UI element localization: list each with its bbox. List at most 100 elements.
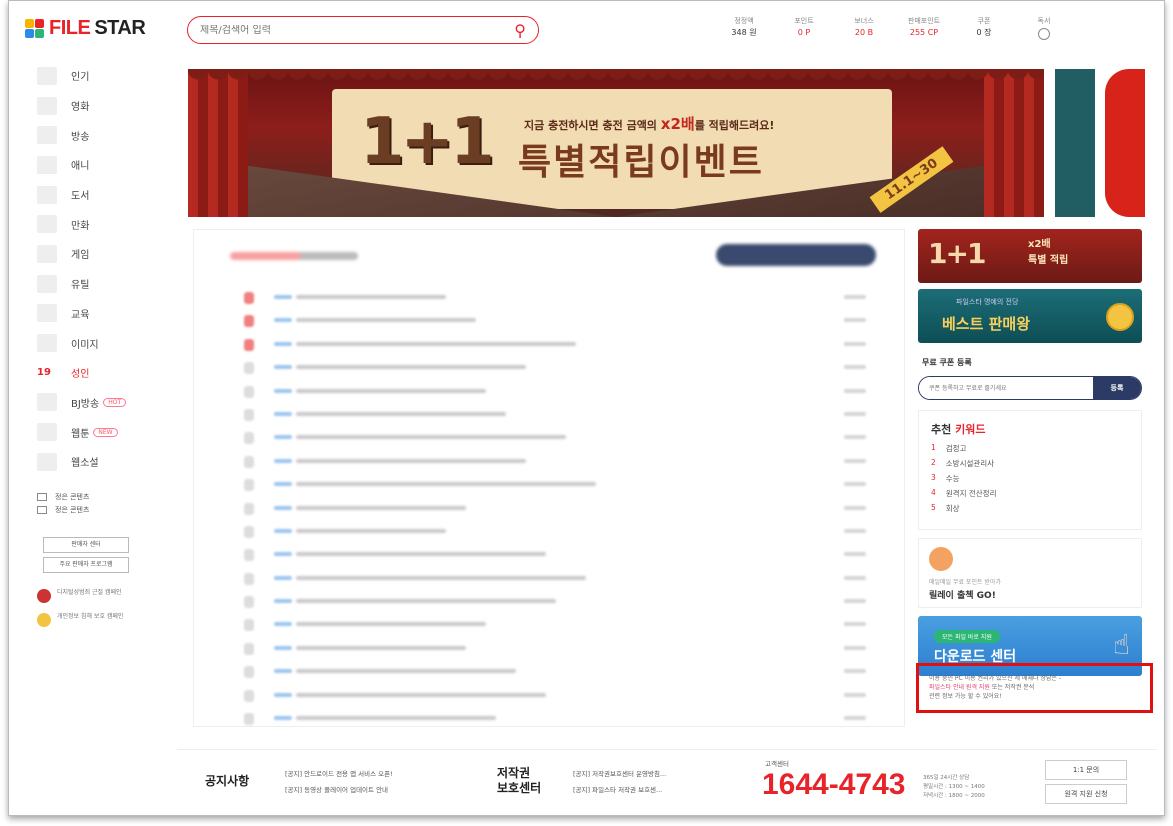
sidebar-item-anime[interactable]: 애니 bbox=[37, 150, 157, 180]
rank-icon bbox=[244, 338, 254, 351]
campaign-link-2[interactable]: 개인정보 침해 보호 캠페인 bbox=[37, 612, 157, 627]
sidebar-item-broadcast[interactable]: 방송 bbox=[37, 120, 157, 150]
category-icon bbox=[37, 126, 57, 145]
sidebar-item-images[interactable]: 이미지 bbox=[37, 328, 157, 358]
list-item[interactable] bbox=[234, 684, 874, 707]
list-tabs-blurred[interactable] bbox=[716, 244, 876, 266]
list-item[interactable] bbox=[234, 660, 874, 683]
stat-point[interactable]: 포인트 0 P bbox=[774, 15, 834, 40]
sidebar-item-utility[interactable]: 유틸 bbox=[37, 269, 157, 299]
sidebar-item-bj[interactable]: BJ방송 HOT bbox=[37, 388, 157, 418]
search-icon[interactable]: ⚲ bbox=[514, 21, 526, 40]
copyright-center-title[interactable]: 저작권 보호센터 bbox=[497, 766, 541, 796]
list-item[interactable] bbox=[234, 380, 874, 403]
copyright-item[interactable]: [공지] 저작권보호센터 운영방침... bbox=[573, 766, 666, 782]
list-item[interactable] bbox=[234, 450, 874, 473]
promo-banner-1plus1[interactable]: 1+1 x2배 특별 적립 bbox=[918, 229, 1142, 283]
list-item[interactable] bbox=[234, 707, 874, 730]
list-item[interactable] bbox=[234, 637, 874, 660]
notice-title[interactable]: 공지사항 bbox=[205, 772, 249, 789]
stat-toggle[interactable]: 독서 bbox=[1014, 15, 1074, 40]
mini-link-2[interactable]: 정은 콘텐츠 bbox=[37, 504, 157, 517]
sidebar-mini-links: 정은 콘텐츠 정은 콘텐츠 bbox=[37, 491, 157, 517]
list-item[interactable] bbox=[234, 543, 874, 566]
list-item[interactable] bbox=[234, 590, 874, 613]
mini-link-1[interactable]: 정은 콘텐츠 bbox=[37, 491, 157, 504]
content-icon bbox=[37, 506, 47, 515]
list-item[interactable] bbox=[234, 473, 874, 496]
remote-support-button[interactable]: 원격 지원 신청 bbox=[1045, 784, 1127, 804]
inquiry-button[interactable]: 1:1 문의 bbox=[1045, 760, 1127, 780]
sidebar-item-popular[interactable]: 인기 bbox=[37, 61, 157, 91]
keyword-item[interactable]: 2 소방시설관리사 bbox=[931, 458, 1129, 473]
promo-banner-best-seller[interactable]: 파일스타 명예의 전당 베스트 판매왕 bbox=[918, 289, 1142, 343]
content-icon bbox=[37, 493, 47, 502]
category-tag bbox=[274, 411, 292, 416]
medal-icon bbox=[1106, 303, 1134, 331]
item-size-blurred bbox=[844, 295, 866, 299]
sidebar-item-webtoon[interactable]: 웹툰 NEW bbox=[37, 417, 157, 447]
stat-sale-point[interactable]: 판매포인트 255 CP bbox=[894, 15, 954, 40]
item-title-blurred bbox=[296, 716, 496, 721]
rank-icon bbox=[244, 385, 254, 398]
stat-balance[interactable]: 정정액 348 원 bbox=[714, 15, 774, 40]
list-item[interactable] bbox=[234, 286, 874, 309]
category-tag bbox=[274, 318, 292, 323]
keyword-item[interactable]: 4 원격지 전산정리 bbox=[931, 488, 1129, 503]
item-title-blurred bbox=[296, 599, 556, 604]
list-item[interactable] bbox=[234, 309, 874, 332]
new-badge: NEW bbox=[93, 427, 118, 437]
category-sidebar: 인기 영화 방송 애니 도서 만화 게임 유틸 교육 이미지 19 성인 BJ방송… bbox=[37, 61, 157, 637]
coupon-register-button[interactable]: 등록 bbox=[1093, 377, 1141, 399]
list-item[interactable] bbox=[234, 403, 874, 426]
app-window: FILE STAR ⚲ 정정액348 원 포인트0 P 보너스20 B 판매포인… bbox=[8, 0, 1165, 816]
seller-program-button[interactable]: 주요 판매자 프로그램 bbox=[43, 556, 129, 573]
sidebar-item-movie[interactable]: 영화 bbox=[37, 91, 157, 121]
list-item[interactable] bbox=[234, 497, 874, 520]
item-size-blurred bbox=[844, 365, 866, 370]
banner-next-slide-2[interactable] bbox=[1105, 69, 1145, 217]
stat-coupon[interactable]: 쿠폰 0 장 bbox=[954, 15, 1014, 40]
category-tag bbox=[274, 575, 292, 580]
list-item[interactable] bbox=[234, 520, 874, 543]
user-stats: 정정액 348 원 포인트 0 P 보너스 20 B 판매포인트 255 CP 쿠폰 0 … bbox=[714, 15, 1074, 40]
notice-item[interactable]: [공지] 안드로이드 전용 앱 서비스 오픈! bbox=[285, 766, 393, 782]
search-input[interactable] bbox=[200, 24, 515, 36]
list-item[interactable] bbox=[234, 567, 874, 590]
item-size-blurred bbox=[844, 341, 866, 346]
sidebar-item-games[interactable]: 게임 bbox=[37, 239, 157, 269]
copyright-item[interactable]: [공지] 파일스타 저작권 보호센... bbox=[573, 782, 666, 798]
sidebar-item-education[interactable]: 교육 bbox=[37, 299, 157, 329]
sidebar-buttons: 판매자 센터 주요 판매자 프로그램 bbox=[43, 536, 157, 573]
keyword-item[interactable]: 3 수능 bbox=[931, 473, 1129, 488]
event-banner[interactable]: 1+1 지금 충전하시면 충전 금액의 x2배를 적립해드려요! 특별적립이벤트… bbox=[188, 69, 1044, 217]
logo[interactable]: FILE STAR bbox=[25, 17, 146, 40]
highlighted-notice[interactable]: 이용 중인 PC 이용 권리가 있으신 세 매체나 상담은 - 파일스타 안내 원… bbox=[916, 663, 1153, 713]
rank-icon bbox=[244, 315, 254, 328]
sidebar-item-comics[interactable]: 만화 bbox=[37, 209, 157, 239]
item-title-blurred bbox=[296, 645, 466, 650]
category-tag bbox=[274, 341, 292, 346]
category-tag bbox=[274, 692, 292, 697]
sidebar-item-books[interactable]: 도서 bbox=[37, 180, 157, 210]
list-item[interactable] bbox=[234, 333, 874, 356]
customer-phone: 1644-4743 bbox=[762, 768, 906, 801]
sidebar-item-webnovel[interactable]: 웹소설 bbox=[37, 447, 157, 477]
list-item[interactable] bbox=[234, 426, 874, 449]
keyword-item[interactable]: 5 회상 bbox=[931, 503, 1129, 518]
keywords-title: 추천 키워드 bbox=[931, 423, 986, 436]
keyword-item[interactable]: 1 검정고 bbox=[931, 443, 1129, 458]
item-title-blurred bbox=[296, 482, 596, 487]
sidebar-item-adult[interactable]: 19 성인 bbox=[37, 358, 157, 388]
coupon-input[interactable] bbox=[919, 377, 1093, 399]
category-tag bbox=[274, 552, 292, 557]
list-item[interactable] bbox=[234, 613, 874, 636]
item-title-blurred bbox=[296, 341, 576, 346]
list-item[interactable] bbox=[234, 356, 874, 379]
banner-next-slide[interactable] bbox=[1055, 69, 1095, 217]
stat-bonus[interactable]: 보너스 20 B bbox=[834, 15, 894, 40]
seller-center-button[interactable]: 판매자 센터 bbox=[43, 536, 129, 553]
notice-item[interactable]: [공지] 동영상 플레이어 업데이트 안내 bbox=[285, 782, 393, 798]
campaign-link-1[interactable]: 디지털성범죄 근절 캠페인 bbox=[37, 588, 157, 603]
attendance-banner[interactable]: 매일매일 무료 포인트 받아가 릴레이 출첵 GO! bbox=[918, 538, 1142, 608]
